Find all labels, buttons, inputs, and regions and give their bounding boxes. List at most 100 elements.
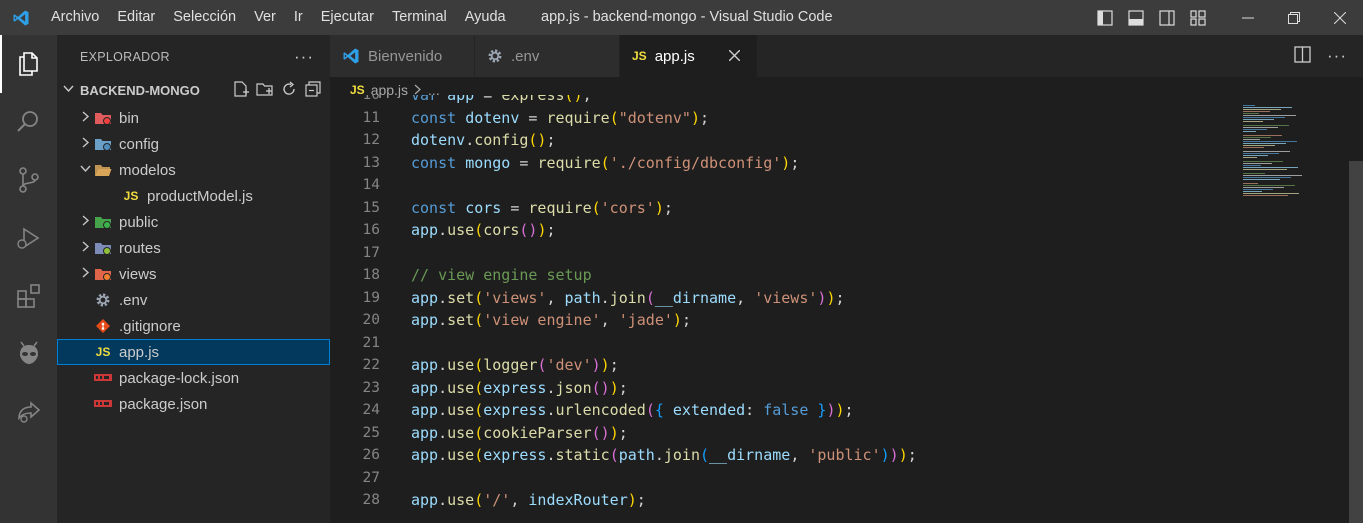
code-token: . (465, 131, 475, 150)
code-token: use (447, 221, 475, 240)
tree-item-modelos[interactable]: modelos (57, 157, 330, 183)
menu-ayuda[interactable]: Ayuda (456, 0, 515, 35)
customize-layout-icon[interactable] (1182, 0, 1213, 35)
code-token: app (411, 401, 439, 420)
live-share-icon[interactable] (0, 383, 57, 441)
code-line: 27 (330, 467, 1363, 490)
code-token: ; (663, 198, 673, 217)
new-folder-icon[interactable] (256, 80, 274, 101)
code-token: app (411, 446, 439, 465)
code-token: . (438, 446, 448, 465)
tree-item-env[interactable]: .env (57, 287, 330, 313)
toggle-primary-sidebar-icon[interactable] (1089, 0, 1120, 35)
menu-editar[interactable]: Editar (108, 0, 164, 35)
code-token: require (528, 198, 592, 217)
tree-item-app-js[interactable]: JS app.js (57, 339, 330, 365)
code-token: ) (880, 446, 890, 465)
vertical-scrollbar[interactable] (1349, 161, 1363, 523)
tree-item-gitignore[interactable]: .gitignore (57, 313, 330, 339)
code-token: ; (790, 153, 800, 172)
menu-ver[interactable]: Ver (245, 0, 285, 35)
tree-item-config[interactable]: config (57, 131, 330, 157)
line-number: 22 (362, 357, 380, 374)
code-editor[interactable]: 10 var app = express(); 11 const dotenv = r… (330, 95, 1363, 515)
extensions-icon[interactable] (0, 267, 57, 325)
tab-label: Bienvenido (368, 47, 443, 65)
chevron-right-icon (77, 241, 93, 255)
close-window-icon[interactable] (1317, 0, 1363, 35)
tab-env[interactable]: .env (475, 35, 620, 77)
minimize-icon[interactable] (1225, 0, 1271, 35)
menu-seleccion[interactable]: Selección (164, 0, 245, 35)
code-text: const dotenv = require("dotenv"); (411, 109, 709, 127)
tree-item-bin[interactable]: bin (57, 105, 330, 131)
code-token: app (447, 95, 475, 105)
code-token: ; (636, 491, 646, 510)
code-token: logger (483, 356, 538, 375)
tree-item-package-json[interactable]: package.json (57, 391, 330, 417)
code-token: . (438, 423, 448, 442)
minimap-line (1243, 175, 1302, 176)
code-token: . (654, 446, 664, 465)
tab-bienvenido[interactable]: Bienvenido (330, 35, 475, 77)
code-token: ( (645, 288, 655, 307)
code-token: . (438, 491, 448, 510)
code-line: 15 const cors = require('cors'); (330, 197, 1363, 220)
explorer-icon[interactable] (0, 35, 57, 93)
code-token: ) (690, 108, 700, 127)
split-editor-icon[interactable] (1294, 46, 1311, 66)
line-number: 21 (362, 334, 380, 351)
tree-item-routes[interactable]: routes (57, 235, 330, 261)
code-token: use (447, 378, 475, 397)
code-token: ( (474, 288, 484, 307)
minimap[interactable] (1243, 103, 1363, 523)
tree-item-public[interactable]: public (57, 209, 330, 235)
public-folder-icon (93, 213, 113, 231)
toggle-secondary-sidebar-icon[interactable] (1151, 0, 1182, 35)
alien-extension-icon[interactable] (0, 325, 57, 383)
code-token: config (474, 131, 529, 150)
code-line: 23 app.use(express.json()); (330, 377, 1363, 400)
toggle-panel-icon[interactable] (1120, 0, 1151, 35)
line-number: 16 (362, 222, 380, 239)
tree-item-package-lock-json[interactable]: package-lock.json (57, 365, 330, 391)
line-number: 15 (362, 199, 380, 216)
code-line: 26 app.use(express.static(path.join(__dir… (330, 444, 1363, 467)
code-token: ; (700, 108, 710, 127)
editor-more-actions-icon[interactable]: ··· (1327, 46, 1347, 66)
code-token: use (447, 401, 475, 420)
chevron-right-icon (77, 137, 93, 151)
tab-app-js[interactable]: JS app.js (620, 35, 758, 77)
new-file-icon[interactable] (232, 80, 250, 101)
search-icon[interactable] (0, 93, 57, 151)
project-folder-header[interactable]: BACKEND-MONGO (57, 79, 330, 101)
code-token: require (537, 153, 601, 172)
code-token: // view engine setup (411, 266, 592, 285)
tree-item-productmodel-js[interactable]: JS productModel.js (57, 183, 330, 209)
js-icon: JS (123, 189, 139, 203)
code-token: . (600, 288, 610, 307)
minimap-line (1243, 189, 1273, 190)
code-token: ) (781, 153, 791, 172)
restore-icon[interactable] (1271, 0, 1317, 35)
more-actions-icon[interactable]: ··· (294, 47, 314, 67)
code-token: ) (654, 198, 664, 217)
run-debug-icon[interactable] (0, 209, 57, 267)
tree-item-views[interactable]: views (57, 261, 330, 287)
views-folder-icon (93, 265, 113, 283)
code-token: ( (591, 198, 601, 217)
code-token: ; (582, 95, 592, 105)
menu-archivo[interactable]: Archivo (42, 0, 108, 35)
code-token: cors (465, 198, 502, 217)
menu-terminal[interactable]: Terminal (383, 0, 456, 35)
close-tab-icon[interactable] (728, 48, 741, 65)
minimap-line (1243, 153, 1279, 154)
minimap-line (1243, 155, 1268, 156)
menu-ir[interactable]: Ir (285, 0, 312, 35)
minimap-line (1243, 165, 1261, 166)
menu-ejecutar[interactable]: Ejecutar (312, 0, 383, 35)
code-token: dotenv (411, 131, 466, 150)
collapse-all-icon[interactable] (304, 80, 322, 101)
refresh-icon[interactable] (280, 80, 298, 101)
source-control-icon[interactable] (0, 151, 57, 209)
